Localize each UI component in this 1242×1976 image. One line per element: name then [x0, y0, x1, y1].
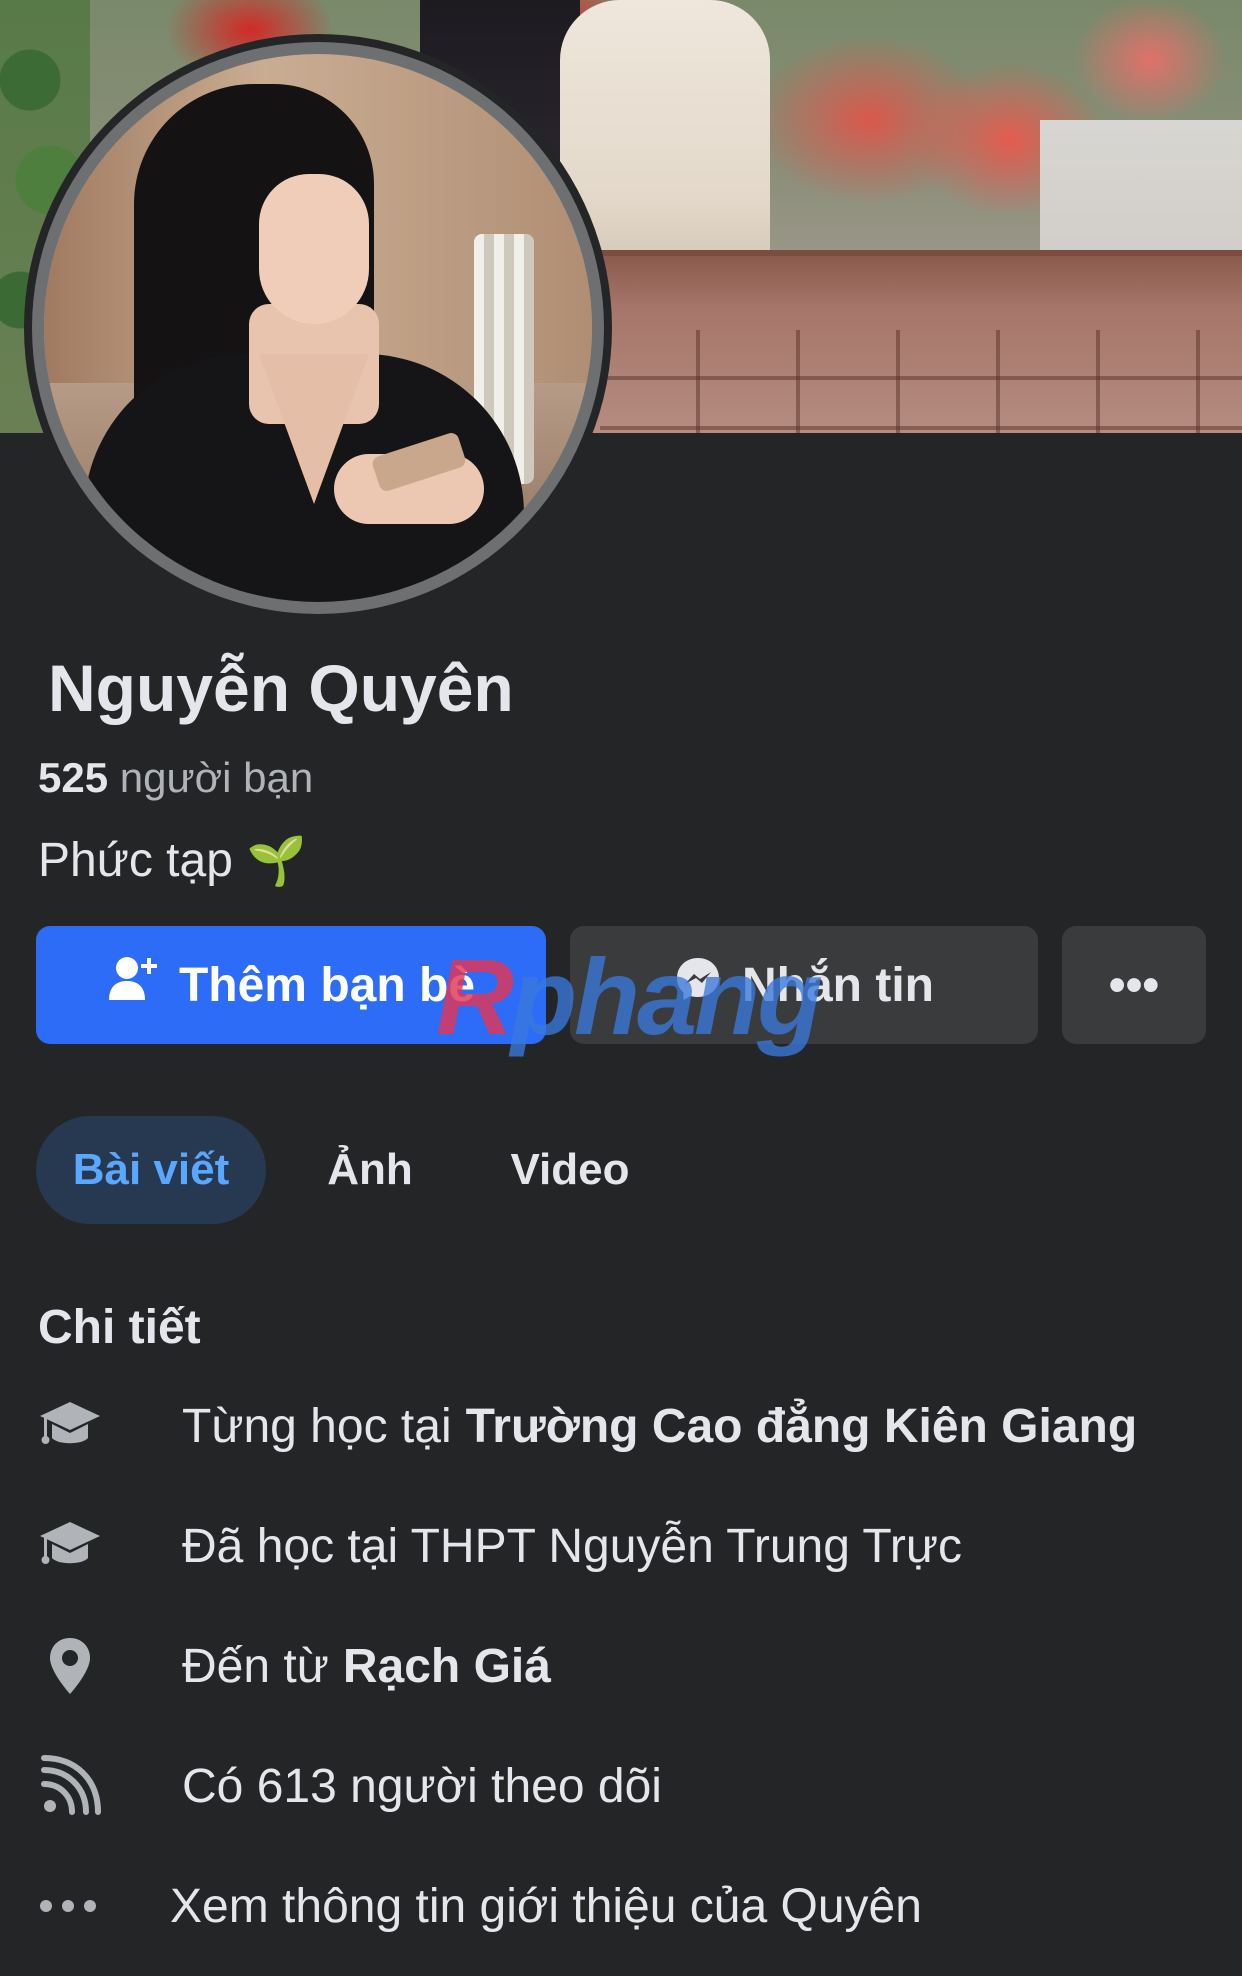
- bio-text: Phức tạp: [38, 834, 233, 887]
- detail-highschool[interactable]: Đã học tại THPT Nguyễn Trung Trực: [38, 1506, 962, 1586]
- messenger-icon: [674, 955, 722, 1015]
- profile-bio: Phức tạp 🌱: [38, 832, 307, 889]
- seedling-emoji: 🌱: [246, 835, 307, 888]
- tab-photos[interactable]: Ảnh: [300, 1116, 440, 1224]
- detail-hometown[interactable]: Đến từ Rạch Giá: [38, 1626, 551, 1706]
- profile-name: Nguyễn Quyên: [48, 651, 514, 725]
- see-about-info-text: Xem thông tin giới thiệu của Quyên: [170, 1879, 922, 1933]
- see-about-info-link[interactable]: Xem thông tin giới thiệu của Quyên: [38, 1866, 922, 1946]
- add-friend-button[interactable]: Thêm bạn bè: [36, 926, 546, 1044]
- detail-followers[interactable]: Có 613 người theo dõi: [38, 1746, 662, 1826]
- detail-hometown-name[interactable]: Rạch Giá: [343, 1639, 551, 1694]
- detail-hometown-prefix: Đến từ: [182, 1639, 329, 1693]
- location-pin-icon: [38, 1631, 120, 1701]
- tab-posts[interactable]: Bài viết: [36, 1116, 266, 1224]
- detail-followers-text: Có 613 người theo dõi: [182, 1759, 662, 1813]
- friends-count[interactable]: 525 người bạn: [38, 754, 313, 802]
- cover-bricks: [600, 330, 1242, 433]
- graduation-cap-icon: [38, 1391, 120, 1461]
- friends-count-label: người bạn: [119, 754, 314, 801]
- detail-college-name[interactable]: Trường Cao đẳng Kiên Giang: [466, 1399, 1138, 1454]
- avatar-photo: [44, 54, 592, 602]
- avatar-face: [259, 174, 369, 324]
- rss-feed-icon: [38, 1751, 120, 1821]
- avatar-story-ring: [32, 42, 604, 614]
- more-options-button[interactable]: •••: [1062, 926, 1206, 1044]
- details-heading: Chi tiết: [38, 1301, 201, 1354]
- more-dots-icon: [38, 1871, 120, 1941]
- message-button[interactable]: Nhắn tin: [570, 926, 1038, 1044]
- detail-college[interactable]: Từng học tại Trường Cao đẳng Kiên Giang: [38, 1386, 1137, 1466]
- more-options-icon: •••: [1108, 958, 1160, 1012]
- detail-highschool-text: Đã học tại THPT Nguyễn Trung Trực: [182, 1519, 963, 1573]
- detail-college-prefix: Từng học tại: [182, 1399, 452, 1453]
- tab-video[interactable]: Video: [490, 1116, 650, 1224]
- message-label: Nhắn tin: [742, 958, 934, 1012]
- friends-count-number: 525: [38, 754, 109, 801]
- graduation-cap-icon: [38, 1511, 120, 1581]
- add-friend-icon: [107, 954, 159, 1016]
- profile-avatar[interactable]: [24, 34, 612, 622]
- add-friend-label: Thêm bạn bè: [178, 958, 476, 1012]
